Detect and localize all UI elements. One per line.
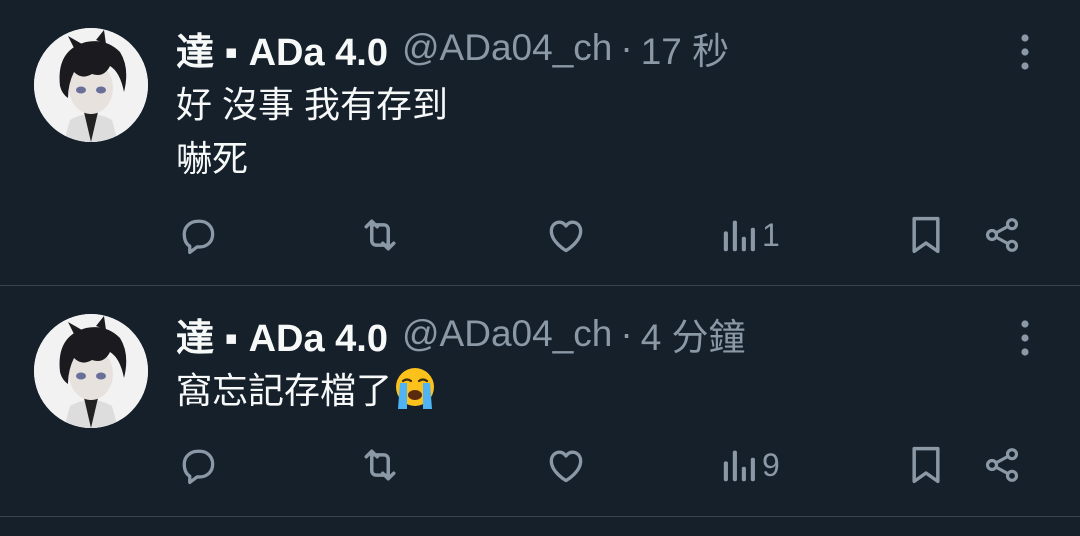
retweet-button[interactable] — [358, 443, 402, 487]
tweet[interactable]: 達 ▪ ADa 4.0 @ADa04_ch · 17 秒 好 沒事 我有存到 嚇… — [0, 0, 1080, 286]
heart-icon — [549, 220, 583, 253]
avatar[interactable] — [34, 28, 148, 142]
tweet-text-line: 好 沒事 我有存到 — [176, 84, 449, 125]
bookmark-icon — [912, 216, 940, 254]
bookmark-icon — [912, 446, 940, 484]
retweet-button[interactable] — [358, 213, 402, 257]
reply-icon — [182, 219, 215, 255]
view-count: 9 — [762, 446, 780, 483]
tweet[interactable]: 達 ▪ ADa 4.0 @ADa04_ch · 4 分鐘 窩忘記存檔了 9 — [0, 286, 1080, 517]
bookmark-button[interactable] — [906, 443, 946, 487]
share-button[interactable] — [982, 443, 1022, 487]
views-button[interactable]: 9 — [722, 443, 780, 487]
timestamp[interactable]: 17 秒 — [641, 21, 729, 75]
like-button[interactable] — [544, 443, 588, 487]
display-name[interactable]: 達 ▪ ADa 4.0 — [176, 307, 388, 362]
tweet-text: 窩忘記存檔了 — [176, 364, 438, 426]
views-icon — [723, 450, 755, 482]
display-name[interactable]: 達 ▪ ADa 4.0 — [176, 21, 388, 76]
reply-icon — [182, 449, 215, 485]
tweet-header: 達 ▪ ADa 4.0 @ADa04_ch · 4 分鐘 — [176, 307, 746, 361]
tweet-text-content: 窩忘記存檔了 — [176, 370, 393, 411]
bookmark-button[interactable] — [906, 213, 946, 257]
user-handle[interactable]: @ADa04_ch — [402, 313, 612, 355]
reply-button[interactable] — [176, 213, 220, 257]
reply-button[interactable] — [176, 443, 220, 487]
retweet-icon — [364, 449, 396, 481]
share-icon — [985, 448, 1019, 482]
views-icon — [723, 220, 755, 252]
timestamp[interactable]: 4 分鐘 — [641, 307, 746, 361]
tweet-text: 好 沒事 我有存到 嚇死 — [176, 78, 448, 186]
loudly-crying-face-icon — [392, 365, 438, 426]
more-vertical-icon[interactable] — [1010, 318, 1040, 358]
retweet-icon — [364, 219, 396, 251]
view-count: 1 — [762, 216, 780, 253]
like-button[interactable] — [544, 213, 588, 257]
avatar[interactable] — [34, 314, 148, 428]
share-button[interactable] — [982, 213, 1022, 257]
action-bar: 9 — [176, 443, 1036, 487]
tweet-header: 達 ▪ ADa 4.0 @ADa04_ch · 17 秒 — [176, 21, 729, 75]
action-bar: 1 — [176, 213, 1036, 257]
tweet-text-line: 嚇死 — [176, 138, 249, 179]
share-icon — [985, 218, 1019, 252]
more-vertical-icon[interactable] — [1010, 32, 1040, 72]
user-handle[interactable]: @ADa04_ch — [402, 27, 612, 69]
heart-icon — [549, 450, 583, 483]
tweet-text-line: 窩忘記存檔了 — [176, 364, 438, 426]
separator-dot: · — [620, 27, 633, 68]
separator-dot: · — [620, 313, 633, 354]
views-button[interactable]: 1 — [722, 213, 780, 257]
